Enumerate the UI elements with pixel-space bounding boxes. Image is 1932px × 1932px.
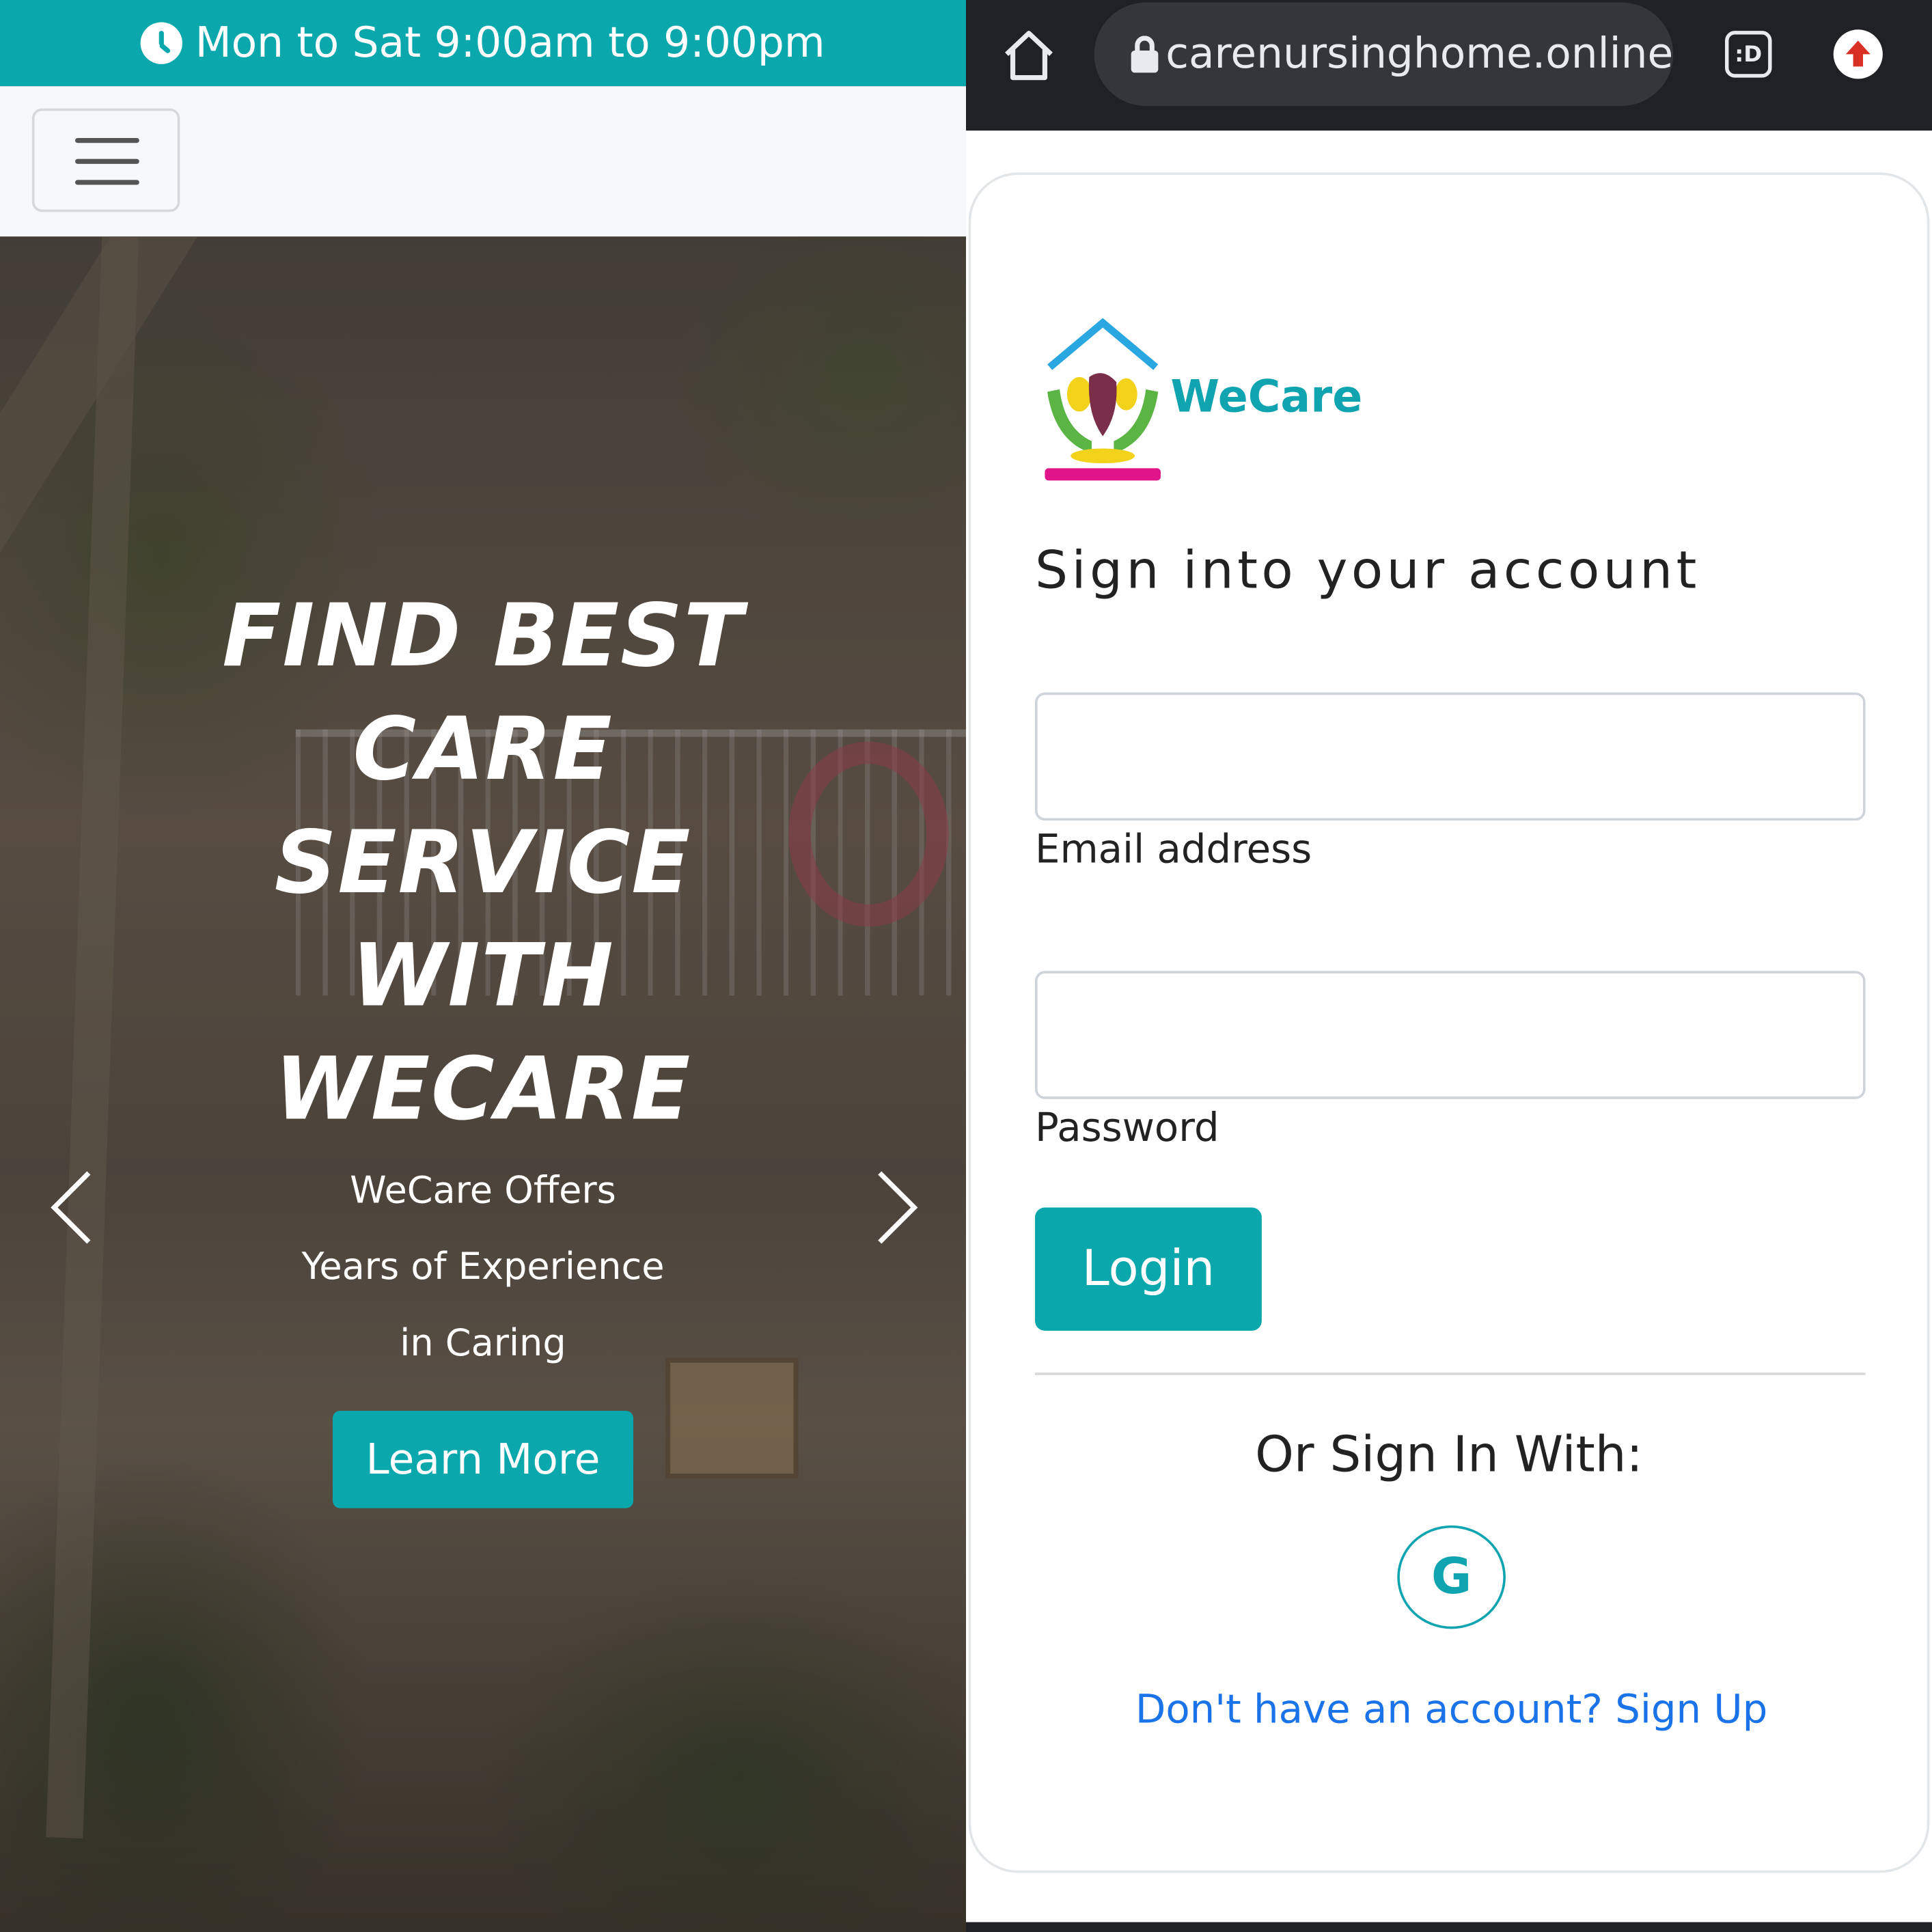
divider [1034,1372,1866,1375]
login-card: WeCare Sign into your account Email addr… [968,172,1932,1873]
bottom-edge [966,1922,1932,1932]
opening-hours: Mon to Sat 9:00am to 9:00pm [195,18,825,68]
signin-heading: Sign into your account [1034,539,1700,601]
carousel-next-button[interactable] [870,1170,919,1244]
home-button[interactable] [1001,27,1058,84]
signup-link[interactable]: Don't have an account? Sign Up [971,1685,1932,1733]
hamburger-icon [75,137,139,143]
chevron-left-icon [51,1171,91,1244]
carousel-prev-button[interactable] [49,1170,98,1244]
password-label: Password [1034,1103,1219,1151]
browser-toolbar: carenursinghome.online :D [966,0,1932,131]
password-field[interactable] [1034,971,1866,1099]
up-arrow-icon [1845,40,1871,67]
learn-more-button[interactable]: Learn More [332,1411,634,1508]
login-screen: carenursinghome.online :D WeCare Sign in… [966,0,1932,1932]
update-icon[interactable] [1833,29,1883,79]
hero-title: FIND BEST CARE SERVICE WITH WECARE [0,579,966,1146]
chevron-right-icon [878,1171,918,1244]
hero-title-line: CARE [353,698,613,800]
email-label: Email address [1034,825,1312,872]
tab-switcher-icon[interactable]: :D [1724,31,1772,78]
website-home-screen: Mon to Sat 9:00am to 9:00pm FIND BEST CA… [0,0,966,1932]
wecare-logo [1045,318,1161,481]
brand-name: WeCare [1170,372,1363,423]
lock-icon [1131,36,1159,73]
login-button[interactable]: Login [1034,1207,1262,1331]
url-text: carenursinghome.online [1165,29,1674,79]
google-icon: G [1431,1549,1472,1606]
hero-subtitle: WeCare Offers Years of Experience in Car… [0,1153,966,1382]
google-signin-button[interactable]: G [1397,1525,1506,1629]
password-input[interactable] [1037,973,1863,1097]
address-bar[interactable]: carenursinghome.online [1094,2,1674,107]
hero-subtitle-line: WeCare Offers [350,1169,616,1213]
email-input[interactable] [1037,695,1863,818]
hero-title-line: WECARE [274,1038,692,1140]
navbar [0,86,966,237]
hero-subtitle-line: in Caring [400,1322,566,1366]
hamburger-icon-bar [75,180,139,185]
hours-bar: Mon to Sat 9:00am to 9:00pm [0,0,966,87]
email-field[interactable] [1034,692,1866,821]
or-signin-with-text: Or Sign In With: [1255,1426,1643,1484]
home-icon [1005,31,1053,81]
hero-title-line: SERVICE [274,812,692,913]
hero-title-line: FIND BEST [222,585,744,687]
clock-icon [141,22,183,64]
menu-toggle-button[interactable] [31,108,180,212]
hamburger-icon-bar [75,158,139,164]
hero-title-line: WITH [351,925,615,1027]
hero-subtitle-line: Years of Experience [301,1245,665,1289]
